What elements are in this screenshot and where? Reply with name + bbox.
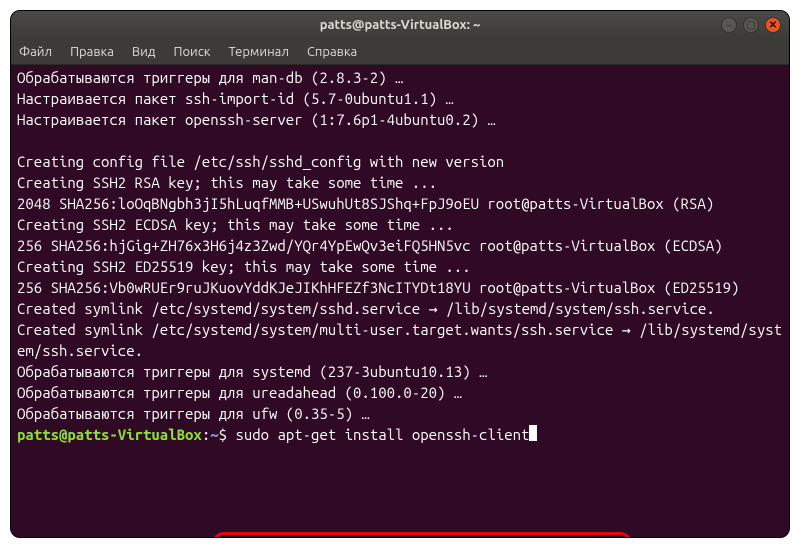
line: Обрабатываются триггеры для systemd (237… [17,363,487,380]
annotation-highlight [212,532,632,538]
menubar: Файл Правка Вид Поиск Терминал Справка [11,39,789,65]
menu-terminal[interactable]: Терминал [228,45,288,59]
line: Обрабатываются триггеры для ureadahead (… [17,384,462,401]
line: Creating config file /etc/ssh/sshd_confi… [17,153,504,170]
line: 256 SHA256:Vb0wRUEr9ruJKuovYddKJeJIKhHFE… [17,279,739,296]
line: 256 SHA256:hjGig+ZH76x3H6j4z3Zwd/YQr4YpE… [17,237,723,254]
close-button[interactable]: ✕ [765,17,781,33]
line: 2048 SHA256:loOqBNgbh3jI5hLuqfMMB+USwuhU… [17,195,714,212]
terminal-output[interactable]: Обрабатываются триггеры для man-db (2.8.… [11,65,789,537]
menu-view[interactable]: Вид [132,45,156,59]
line: Creating SSH2 ECDSA key; this may take s… [17,216,454,233]
line: Creating SSH2 ED25519 key; this may take… [17,258,471,275]
line: Обрабатываются триггеры для ufw (0.35-5)… [17,405,370,422]
window-title: patts@patts-VirtualBox: ~ [320,18,481,32]
prompt-user-host: patts@patts-VirtualBox [17,426,202,443]
line: Creating SSH2 RSA key; this may take som… [17,174,437,191]
prompt-colon: : [202,426,210,443]
line: Настраивается пакет openssh-server (1:7.… [17,111,496,128]
prompt-command: sudo apt-get install openssh-client [235,426,529,443]
prompt-dollar: $ [219,426,236,443]
titlebar: patts@patts-VirtualBox: ~ ‒ ▢ ✕ [11,11,789,39]
menu-file[interactable]: Файл [19,45,52,59]
menu-edit[interactable]: Правка [70,45,114,59]
menu-help[interactable]: Справка [307,45,357,59]
window-controls: ‒ ▢ ✕ [721,17,781,33]
line: Created symlink /etc/systemd/system/sshd… [17,300,715,317]
maximize-button[interactable]: ▢ [743,17,759,33]
terminal-window: patts@patts-VirtualBox: ~ ‒ ▢ ✕ Файл Пра… [10,10,790,538]
line: Обрабатываются триггеры для man-db (2.8.… [17,69,403,86]
minimize-button[interactable]: ‒ [721,17,737,33]
menu-search[interactable]: Поиск [173,45,210,59]
prompt-path: ~ [210,426,218,443]
cursor-icon [529,425,537,441]
line: Created symlink /etc/systemd/system/mult… [17,321,782,359]
prompt-line[interactable]: patts@patts-VirtualBox:~$ sudo apt-get i… [17,426,537,443]
line: Настраивается пакет ssh-import-id (5.7-0… [17,90,454,107]
